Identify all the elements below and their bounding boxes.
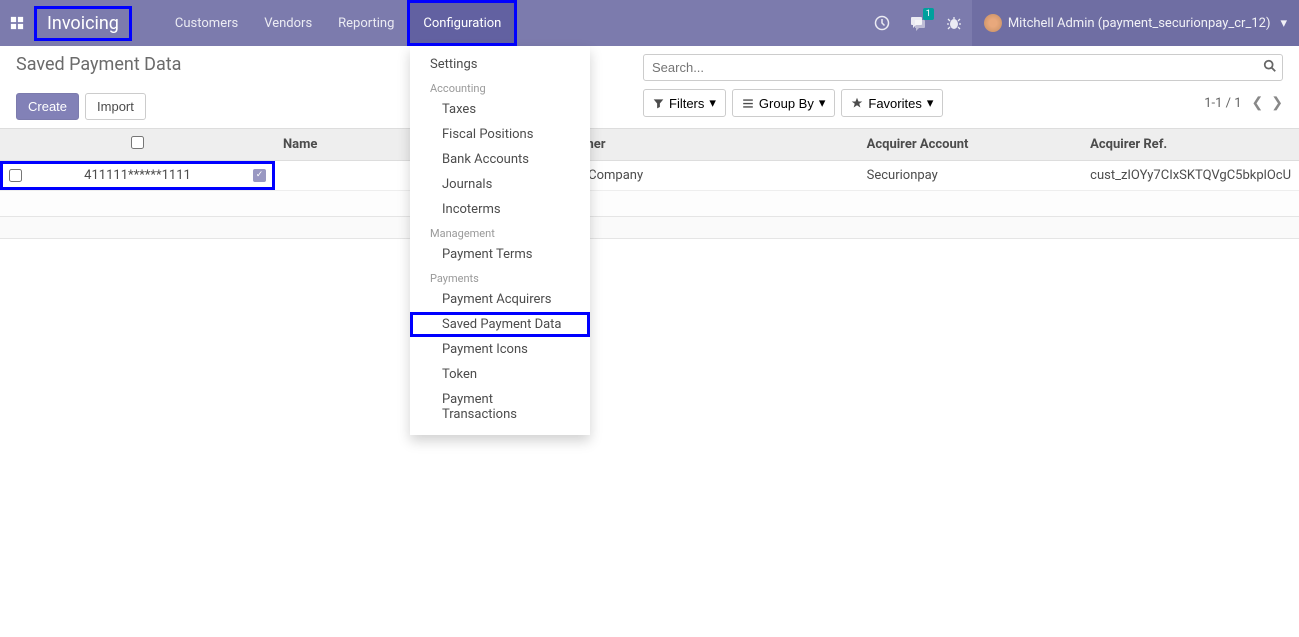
- table-row[interactable]: 411111******1111 YourCompany Securionpay…: [0, 161, 1299, 191]
- navbar-left: Invoicing Customers Vendors Reporting Co…: [0, 0, 517, 46]
- dd-payment-transactions[interactable]: Payment Transactions: [410, 387, 590, 427]
- discuss-icon[interactable]: 1: [900, 0, 936, 46]
- debug-icon[interactable]: [936, 0, 972, 46]
- dd-settings[interactable]: Settings: [410, 52, 590, 77]
- col-partner[interactable]: Partner: [554, 129, 859, 161]
- select-all-checkbox[interactable]: [131, 136, 144, 149]
- cell-partner: YourCompany: [554, 161, 859, 191]
- cp-row2: Filters ▾ Group By ▾ Favorites ▾ 1-1 / 1…: [643, 89, 1283, 117]
- dd-journals[interactable]: Journals: [410, 172, 590, 197]
- pager: 1-1 / 1 ❮ ❯: [1204, 95, 1283, 111]
- favorites-button[interactable]: Favorites ▾: [841, 89, 943, 117]
- app-brand[interactable]: Invoicing: [34, 6, 132, 41]
- create-button[interactable]: Create: [16, 93, 79, 120]
- nav-customers[interactable]: Customers: [162, 0, 251, 46]
- dd-section-management: Management: [410, 222, 590, 242]
- favorites-label: Favorites: [868, 96, 921, 111]
- page-title: Saved Payment Data: [16, 54, 181, 75]
- top-navbar: Invoicing Customers Vendors Reporting Co…: [0, 0, 1299, 46]
- pager-arrows: ❮ ❯: [1252, 95, 1283, 111]
- caret-down-icon: ▾: [1280, 16, 1287, 31]
- control-panel-left: Saved Payment Data Create Import: [16, 54, 181, 120]
- filters-button[interactable]: Filters ▾: [643, 89, 726, 117]
- list-icon: [742, 98, 754, 109]
- caret-down-icon: ▾: [927, 95, 934, 111]
- row-checkbox[interactable]: [9, 169, 22, 182]
- dd-section-accounting: Accounting: [410, 77, 590, 97]
- data-table: Name Active Partner Acquirer Account Acq…: [0, 128, 1299, 239]
- filters-label: Filters: [669, 96, 704, 111]
- funnel-icon: [653, 98, 664, 109]
- user-label: Mitchell Admin (payment_securionpay_cr_1…: [1008, 16, 1271, 31]
- nav-configuration[interactable]: Configuration: [407, 0, 517, 46]
- col-acq-account[interactable]: Acquirer Account: [859, 129, 1083, 161]
- search-wrap: [643, 54, 1283, 81]
- table-footer-row: [0, 217, 1299, 239]
- dd-token[interactable]: Token: [410, 362, 590, 387]
- nav-reporting[interactable]: Reporting: [325, 0, 407, 46]
- dd-incoterms[interactable]: Incoterms: [410, 197, 590, 222]
- caret-down-icon: ▾: [819, 95, 826, 111]
- dd-payment-terms[interactable]: Payment Terms: [410, 242, 590, 267]
- cell-acq-ref: cust_zIOYy7CIxSKTQVgC5bkplOcU: [1082, 161, 1299, 191]
- search-icon[interactable]: [1263, 59, 1277, 77]
- nav-vendors[interactable]: Vendors: [251, 0, 325, 46]
- star-icon: [851, 97, 863, 109]
- pager-next[interactable]: ❯: [1271, 95, 1283, 111]
- control-panel: Saved Payment Data Create Import Filters…: [0, 46, 1299, 120]
- dd-saved-payment-data[interactable]: Saved Payment Data: [410, 312, 590, 337]
- import-button[interactable]: Import: [85, 93, 146, 120]
- groupby-label: Group By: [759, 96, 814, 111]
- dd-taxes[interactable]: Taxes: [410, 97, 590, 122]
- dd-payment-acquirers[interactable]: Payment Acquirers: [410, 287, 590, 312]
- col-acq-ref[interactable]: Acquirer Ref.: [1082, 129, 1299, 161]
- groupby-button[interactable]: Group By ▾: [732, 89, 835, 117]
- apps-icon[interactable]: [0, 0, 34, 46]
- user-avatar: [984, 14, 1002, 32]
- dd-section-payments: Payments: [410, 267, 590, 287]
- cp-buttons: Create Import: [16, 93, 181, 120]
- nav-links: Customers Vendors Reporting Configuratio…: [162, 0, 517, 46]
- search-input[interactable]: [643, 54, 1283, 81]
- user-menu[interactable]: Mitchell Admin (payment_securionpay_cr_1…: [972, 0, 1299, 46]
- navbar-right: 1 Mitchell Admin (payment_securionpay_cr…: [864, 0, 1299, 46]
- pager-prev[interactable]: ❮: [1252, 95, 1264, 111]
- cell-acq-account: Securionpay: [859, 161, 1083, 191]
- control-panel-right: Filters ▾ Group By ▾ Favorites ▾ 1-1 / 1…: [643, 54, 1283, 117]
- dd-bank-accounts[interactable]: Bank Accounts: [410, 147, 590, 172]
- table-footer-row: [0, 191, 1299, 217]
- activity-icon[interactable]: [864, 0, 900, 46]
- dd-payment-icons[interactable]: Payment Icons: [410, 337, 590, 362]
- filter-group: Filters ▾ Group By ▾ Favorites ▾: [643, 89, 943, 117]
- caret-down-icon: ▾: [709, 95, 716, 111]
- active-check-icon: [253, 169, 266, 182]
- discuss-badge: 1: [923, 8, 934, 20]
- configuration-dropdown: Settings Accounting Taxes Fiscal Positio…: [410, 46, 590, 435]
- table-wrap: Name Active Partner Acquirer Account Acq…: [0, 128, 1299, 239]
- table-header-row: Name Active Partner Acquirer Account Acq…: [0, 129, 1299, 161]
- dd-fiscal-positions[interactable]: Fiscal Positions: [410, 122, 590, 147]
- pager-text: 1-1 / 1: [1204, 96, 1241, 111]
- cell-name: 411111******1111: [36, 168, 239, 183]
